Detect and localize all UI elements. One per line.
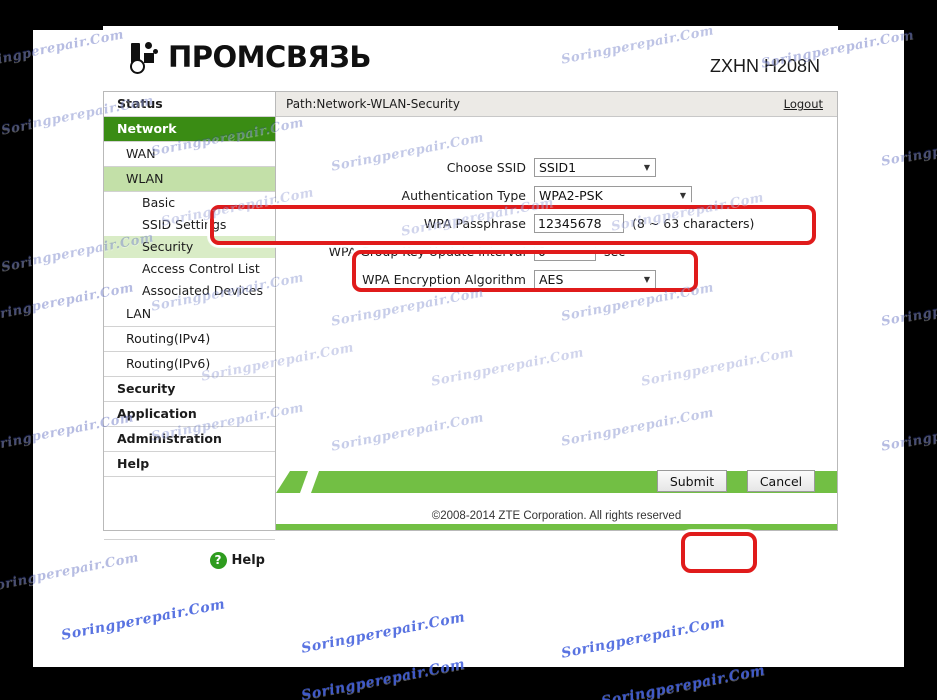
sidebar-item-label: Security	[142, 238, 194, 254]
sidebar-item-basic[interactable]: Basic	[104, 192, 275, 214]
sidebar-item-ssid-settings[interactable]: SSID Settings	[104, 214, 275, 236]
sidebar-item-routing-ipv4[interactable]: Routing(IPv4)	[104, 327, 275, 352]
sidebar-spacer	[104, 477, 275, 540]
sidebar-item-security-wlan[interactable]: Security	[104, 236, 275, 258]
auth-type-select[interactable]: WPA2-PSK ▼	[534, 186, 692, 205]
choose-ssid-value: SSID1	[539, 160, 577, 175]
sidebar-item-label: WLAN	[126, 170, 164, 186]
form-row-choose-ssid: Choose SSID SSID1 ▼	[276, 155, 837, 180]
cancel-button[interactable]: Cancel	[747, 470, 815, 492]
sidebar-item-network[interactable]: Network	[104, 117, 275, 142]
logout-link[interactable]: Logout	[784, 97, 823, 111]
sidebar-item-label: SSID Settings	[142, 216, 227, 232]
group-key-interval-value: 0	[538, 244, 546, 259]
chevron-down-icon: ▼	[643, 274, 650, 284]
ui-body: Status Network WAN WLAN Basic SSID Setti…	[103, 91, 838, 569]
sidebar-item-label: Administration	[117, 430, 222, 446]
form-row-wpa-passphrase: WPA Passphrase 12345678 (8 ~ 63 characte…	[276, 211, 837, 236]
auth-type-value: WPA2-PSK	[539, 188, 603, 203]
sidebar-item-label: Basic	[142, 194, 176, 210]
brand-header: ПРОМСВЯЗЬ ZXHN H208N	[103, 26, 838, 91]
sidebar-item-label: Routing(IPv6)	[126, 355, 211, 371]
wpa-passphrase-label: WPA Passphrase	[423, 216, 526, 231]
encryption-algorithm-value: AES	[539, 272, 564, 287]
submit-button[interactable]: Submit	[657, 470, 727, 492]
encryption-algorithm-select[interactable]: AES ▼	[534, 270, 656, 289]
form-row-encryption-algorithm: WPA Encryption Algorithm AES ▼	[276, 267, 837, 292]
sidebar-item-access-control-list[interactable]: Access Control List	[104, 258, 275, 280]
sidebar-item-label: LAN	[126, 305, 152, 321]
router-admin-ui: ПРОМСВЯЗЬ ZXHN H208N Status Network WAN …	[103, 26, 838, 596]
sidebar-item-wlan[interactable]: WLAN	[104, 167, 275, 192]
form-row-group-key-interval: WPA Group Key Update Interval 0 sec	[276, 239, 837, 264]
auth-type-label: Authentication Type	[401, 188, 526, 203]
help-question-icon: ?	[209, 551, 227, 569]
watermark-text: Soringperepair.Com	[600, 662, 767, 700]
sidebar-item-wan[interactable]: WAN	[104, 142, 275, 167]
chevron-down-icon: ▼	[643, 162, 650, 172]
sidebar-item-help[interactable]: Help	[104, 452, 275, 477]
brand-name: ПРОМСВЯЗЬ	[168, 39, 371, 74]
sidebar-item-administration[interactable]: Administration	[104, 427, 275, 452]
form-row-auth-type: Authentication Type WPA2-PSK ▼	[276, 183, 837, 208]
action-bar: Submit Cancel	[276, 464, 837, 500]
content-pane: Path:Network-WLAN-Security Logout Choose…	[275, 91, 838, 531]
sidebar-item-status[interactable]: Status	[104, 92, 275, 117]
encryption-algorithm-label: WPA Encryption Algorithm	[362, 272, 526, 287]
sidebar-nav: Status Network WAN WLAN Basic SSID Setti…	[103, 91, 275, 569]
chevron-down-icon: ▼	[679, 190, 686, 200]
promsvyaz-logo-icon	[128, 41, 162, 74]
sidebar-item-label: Routing(IPv4)	[126, 330, 211, 346]
group-key-interval-input[interactable]: 0	[534, 242, 596, 261]
router-model-label: ZXHN H208N	[709, 56, 820, 76]
sidebar-item-label: Associated Devices	[142, 282, 263, 298]
sidebar-item-security[interactable]: Security	[104, 377, 275, 402]
footer-green-rule	[276, 524, 837, 530]
sidebar-item-routing-ipv6[interactable]: Routing(IPv6)	[104, 352, 275, 377]
sidebar-item-label: WAN	[126, 145, 156, 161]
sidebar-item-label: Security	[117, 380, 176, 396]
wpa-passphrase-value: 12345678	[538, 216, 602, 231]
sidebar-item-label: Status	[117, 95, 163, 111]
copyright-text: ©2008-2014 ZTE Corporation. All rights r…	[431, 510, 682, 522]
sidebar-item-label: Access Control List	[142, 260, 260, 276]
breadcrumb: Path:Network-WLAN-Security	[286, 97, 460, 111]
help-button-label: Help	[231, 552, 265, 568]
sidebar-item-associated-devices[interactable]: Associated Devices	[104, 280, 275, 302]
sidebar-item-lan[interactable]: LAN	[104, 302, 275, 327]
brand-logo: ПРОМСВЯЗЬ	[128, 36, 371, 78]
wlan-security-form: Choose SSID SSID1 ▼ Authentication Type …	[276, 117, 837, 464]
wpa-passphrase-hint: (8 ~ 63 characters)	[632, 216, 755, 231]
wpa-passphrase-input[interactable]: 12345678	[534, 214, 624, 233]
path-bar: Path:Network-WLAN-Security Logout	[276, 92, 837, 117]
help-button[interactable]: ? Help	[104, 540, 275, 580]
choose-ssid-label: Choose SSID	[446, 160, 526, 175]
sidebar-item-label: Help	[117, 455, 150, 471]
choose-ssid-select[interactable]: SSID1 ▼	[534, 158, 656, 177]
sidebar-item-label: Network	[117, 120, 177, 136]
group-key-interval-label: WPA Group Key Update Interval	[328, 244, 526, 259]
footer: ©2008-2014 ZTE Corporation. All rights r…	[276, 500, 837, 530]
group-key-interval-hint: sec	[604, 244, 626, 259]
sidebar-item-application[interactable]: Application	[104, 402, 275, 427]
sidebar-item-label: Application	[117, 405, 197, 421]
